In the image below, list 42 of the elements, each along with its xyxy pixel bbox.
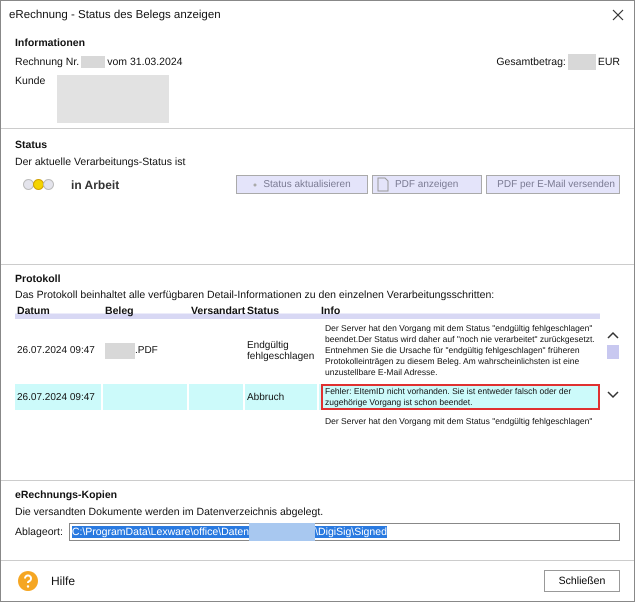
section-heading: Status [15, 139, 48, 151]
info-text: Der Server hat den Vorgang mit dem Status "endgültig fehlgeschlagen" [324, 415, 594, 428]
table-cell: 26.07.2024 09:47 [17, 345, 95, 356]
table-cell: 26.07.2024 09:47 [17, 392, 95, 402]
info-text: Fehler: EItemID nicht vorhanden. Sie ist entweder falsch oder der zugehörige Vorgang ist schon beendet. [321, 384, 600, 410]
path-field[interactable]: C:\ProgramData\Lexware\office\Daten \DigiSig\Signed [68, 523, 620, 541]
redacted-block [249, 523, 316, 541]
table-cell: Abbruch [247, 392, 284, 402]
section-heading: Protokoll [15, 273, 62, 285]
redacted-block [81, 56, 106, 68]
column-header: Status [247, 305, 280, 319]
status-description: Der aktuelle Verarbeitungs-Status ist [15, 156, 186, 168]
redacted-block [568, 54, 596, 70]
scroll-up-icon[interactable] [607, 331, 619, 339]
section-heading: Informationen [15, 37, 86, 49]
status-value: in Arbeit [71, 178, 120, 192]
protocol-description: Das Protokoll beinhaltet alle verfügbaren Detail-Informationen zu den einzelnen Verarbeitungsschritten: [15, 289, 496, 301]
info-text: Der Server hat den Vorgang mit dem Status "endgültig fehlgeschlagen" beendet.Der Status wird daher auf "noch nie verarbeitet" zurückgesetzt. Entnehmen Sie die Ursache für "endgültig fehlgeschlagen" früheren Protokolleinträgen zu diesem Beleg. Am wahrscheinlichsten ist eine unzustellbare E-Mail Adresse. [324, 322, 596, 379]
close-button[interactable]: Schließen [544, 570, 620, 592]
table-cell: .PDF [135, 345, 158, 356]
currency-label: EUR [598, 56, 620, 68]
table-cell-text: Endgültig fehlgeschlagen [247, 340, 316, 362]
section-heading: eRechnungs-Kopien [15, 489, 118, 501]
dot-icon [253, 182, 258, 186]
column-header: Info [321, 305, 342, 319]
column-header: Versandart [191, 305, 246, 319]
table-row[interactable]: Der Server hat den Vorgang mit dem Status "endgültig fehlgeschlagen" [15, 412, 600, 431]
scroll-down-icon[interactable] [607, 391, 619, 399]
document-icon [377, 177, 389, 192]
invoice-label: Rechnung Nr. [15, 56, 80, 68]
column-header: Datum [17, 305, 51, 319]
copies-description: Die versandten Dokumente werden im Datenverzeichnis abgelegt. [15, 506, 324, 518]
customer-label: Kunde [15, 75, 46, 87]
table-row[interactable]: 26.07.2024 09:47 Abbruch Fehler: EItemID nicht vorhanden. Sie ist entweder falsch oder der zugehörige Vorgang ist schon beendet. [15, 382, 600, 412]
column-header: Beleg [105, 305, 135, 319]
close-icon[interactable] [610, 7, 626, 23]
scrollbar-thumb[interactable] [607, 345, 619, 359]
path-label: Ablageort: [15, 526, 63, 538]
window-title: eRechnung - Status des Belegs anzeigen [9, 9, 221, 21]
invoice-date: vom 31.03.2024 [107, 56, 183, 68]
total-label: Gesamtbetrag: [496, 56, 566, 68]
help-link[interactable]: Hilfe [51, 574, 76, 588]
